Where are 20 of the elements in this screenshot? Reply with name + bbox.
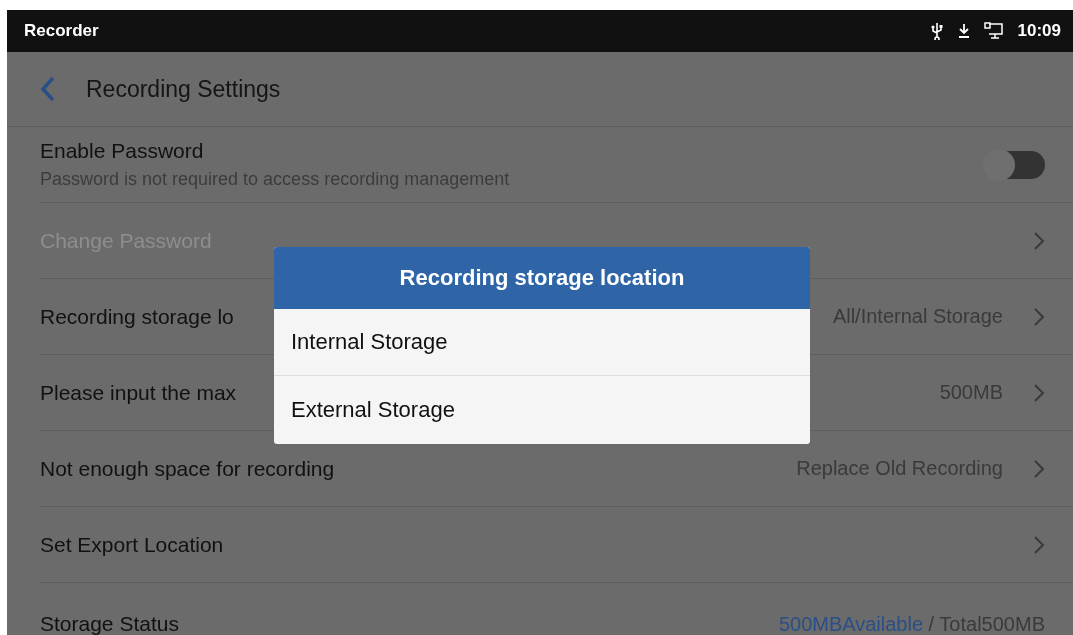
chevron-right-icon[interactable] — [1033, 458, 1045, 479]
storage-option[interactable]: External Storage — [274, 376, 810, 444]
monitor-icon — [983, 22, 1004, 40]
toggle-switch[interactable] — [985, 150, 1045, 179]
setting-label[interactable]: Set Export Location — [40, 532, 1021, 557]
setting-label[interactable]: Not enough space for recording — [40, 456, 785, 481]
chevron-right-icon[interactable] — [1033, 382, 1045, 403]
setting-label[interactable]: Enable Password — [40, 139, 973, 163]
chevron-right-icon[interactable] — [1033, 230, 1045, 251]
clock-time: 10:09 — [1017, 21, 1061, 41]
storage-option[interactable]: Internal Storage — [274, 309, 810, 376]
chevron-right-icon[interactable] — [1033, 306, 1045, 327]
chevron-right-icon[interactable] — [1033, 534, 1045, 555]
back-icon[interactable] — [40, 76, 56, 102]
usb-icon — [929, 22, 944, 40]
dialog-title: Recording storage location — [274, 247, 810, 309]
download-icon — [957, 23, 970, 39]
app-name: Recorder — [24, 21, 99, 41]
page-title: Recording Settings — [86, 75, 281, 103]
setting-label[interactable]: Storage Status — [40, 612, 767, 635]
